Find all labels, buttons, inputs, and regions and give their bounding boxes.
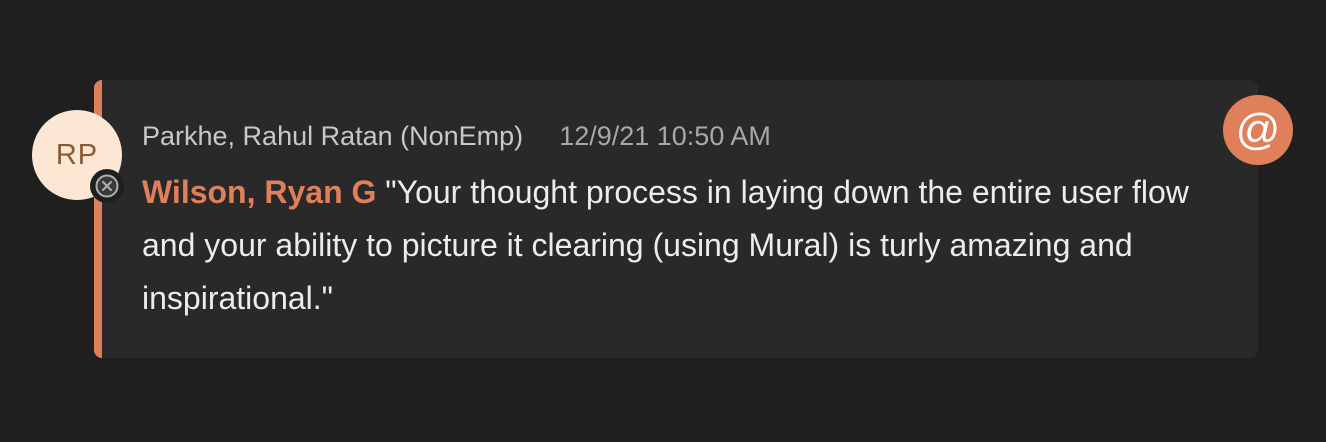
offline-status-icon	[90, 169, 124, 203]
at-symbol: @	[1235, 105, 1281, 154]
avatar-initials: RP	[55, 138, 99, 171]
sender-name[interactable]: Parkhe, Rahul Ratan (NonEmp)	[142, 121, 523, 152]
message-timestamp: 12/9/21 10:50 AM	[559, 120, 771, 151]
at-mention-icon: @	[1223, 95, 1293, 165]
mention-link[interactable]: Wilson, Ryan G	[142, 174, 376, 210]
message-header: Parkhe, Rahul Ratan (NonEmp) 12/9/21 10:…	[142, 114, 771, 158]
message-body: Wilson, Ryan G "Your thought process in …	[142, 166, 1212, 325]
